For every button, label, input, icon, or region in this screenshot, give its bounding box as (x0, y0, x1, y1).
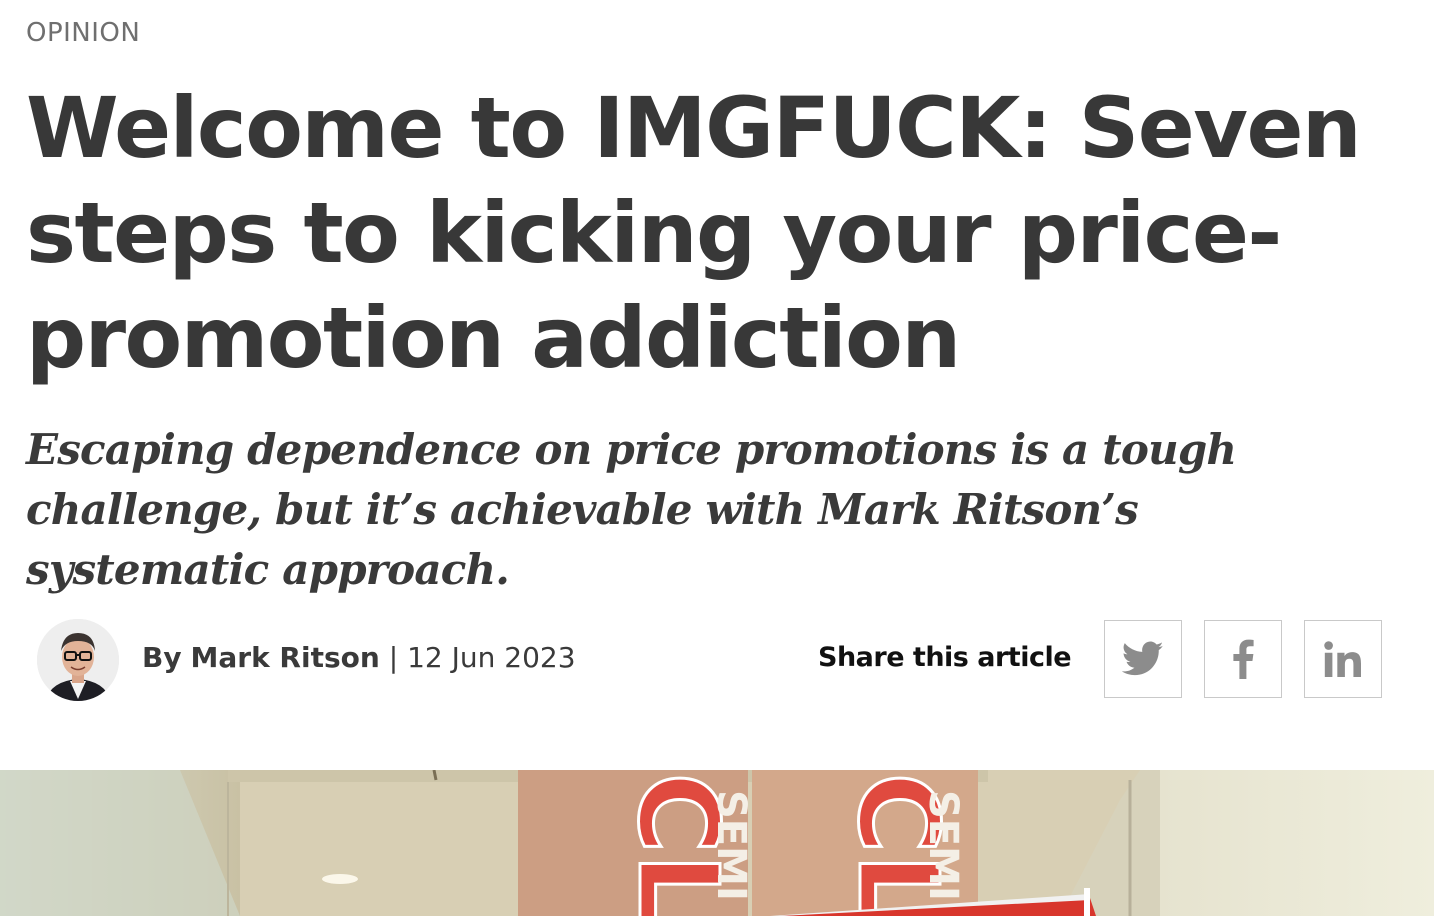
hero-sign-word-right: SEMI (920, 790, 966, 901)
publish-date: 12 Jun 2023 (407, 641, 576, 674)
author-link[interactable]: Mark Ritson (191, 641, 380, 674)
article-standfirst: Escaping dependence on price promotions … (26, 425, 1237, 594)
twitter-icon (1122, 641, 1164, 676)
linkedin-icon (1324, 641, 1361, 677)
share-facebook-button[interactable] (1204, 620, 1282, 698)
share-twitter-button[interactable] (1104, 620, 1182, 698)
author-avatar[interactable] (37, 619, 119, 701)
facebook-icon (1233, 639, 1254, 679)
byline-prefix: By (142, 641, 182, 674)
hero-image: CL CL SEMI SEMI (0, 770, 1434, 916)
hero-photo: CL CL SEMI SEMI (0, 770, 1434, 916)
author-photo (37, 619, 119, 701)
hero-sign-word-left: SEMI (708, 790, 754, 901)
article-byline: By Mark Ritson | 12 Jun 2023 (142, 638, 576, 678)
article-headline: Welcome to IMGFUCK: Seven steps to kicki… (26, 79, 1362, 387)
article-category[interactable]: OPINION (26, 18, 140, 48)
byline-separator: | (388, 641, 399, 674)
share-label: Share this article (818, 642, 1072, 673)
share-linkedin-button[interactable] (1304, 620, 1382, 698)
